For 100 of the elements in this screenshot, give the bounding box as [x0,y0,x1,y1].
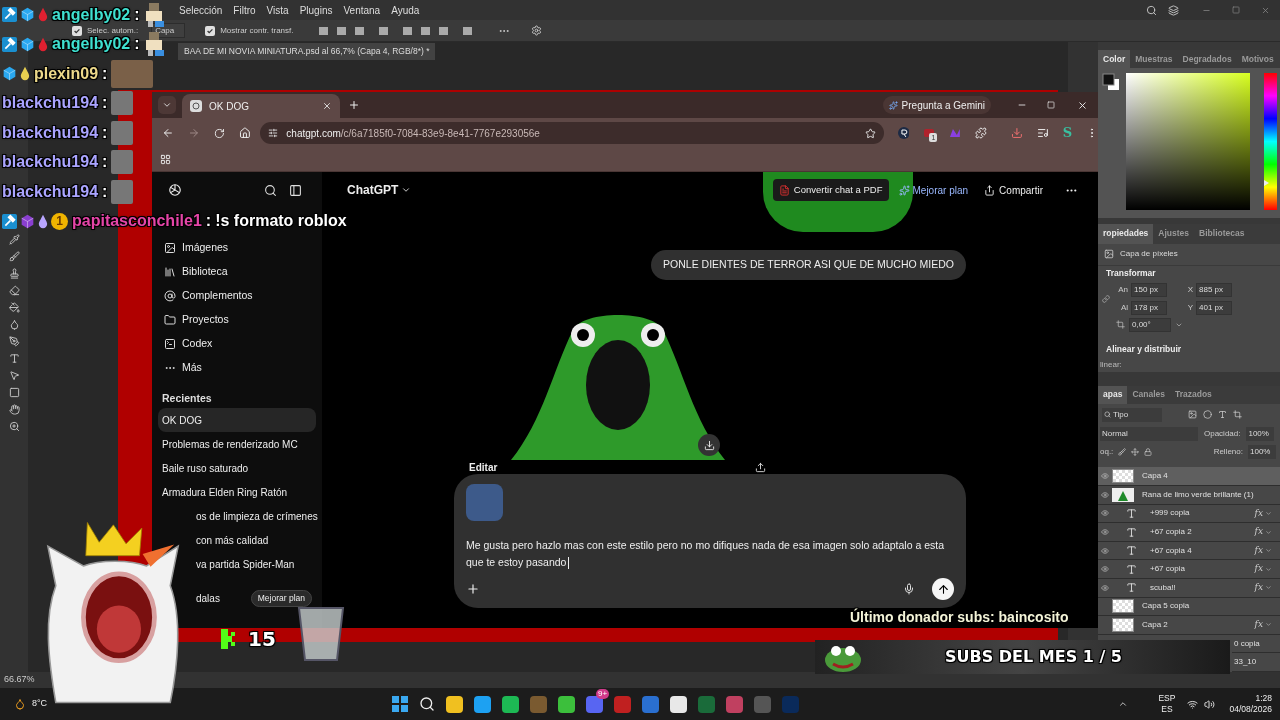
panel-tab[interactable]: ropiedades [1098,223,1154,244]
address-bar[interactable]: chatgpt.com/c/6a7185f0-7084-83e9-8e41-7767e293056e [260,122,884,144]
edit-button[interactable]: Editar [469,459,498,475]
upgrade-button[interactable]: Mejorar plan [250,589,312,607]
recent-chat[interactable]: OK DOG [158,408,316,432]
music-list-icon[interactable] [1036,127,1049,139]
opacity-field[interactable]: 100% [1246,427,1275,442]
profile-letter[interactable]: S [1062,123,1073,143]
checkbox[interactable] [205,25,216,36]
sidebar-item[interactable]: Proyectos [158,308,316,332]
browser-tab[interactable]: OK DOG [182,94,340,118]
color-field[interactable] [1126,72,1250,210]
panel-tab[interactable]: Ajustes [1153,223,1195,244]
pointer-icon[interactable] [8,370,20,381]
puzzle-icon[interactable] [975,127,988,139]
menu-item[interactable]: Filtro [233,2,256,18]
network-icon[interactable] [1187,698,1199,710]
panel-tab[interactable]: Canales [1127,385,1170,404]
app-tile-icon[interactable] [670,695,688,713]
gemini-button[interactable]: Pregunta a Gemini [882,96,991,114]
blend-mode-select[interactable]: Normal [1100,427,1198,442]
app-tile-icon[interactable] [726,695,744,713]
upgrade-button[interactable]: Mejorar plan [898,182,969,198]
logo-icon[interactable] [168,183,182,197]
eyedropper-icon[interactable] [8,234,20,245]
app-tile-icon[interactable] [446,695,464,713]
app-tile-icon[interactable] [698,695,716,713]
clock-date[interactable]: 04/08/2026 [1229,704,1272,715]
sidebar-item[interactable]: Más [158,356,316,380]
panel-tab[interactable]: Bibliotecas [1194,223,1250,244]
clock-time[interactable]: 1:28 [1255,693,1272,704]
recent-chat[interactable]: Baile ruso saturado [158,456,316,480]
layer-row[interactable]: Capa 2 fx [1098,616,1280,635]
layer-filter-select[interactable]: Tipo [1102,407,1162,422]
dimension-field[interactable]: 178 px [1131,300,1167,315]
stamp-icon[interactable] [8,268,20,279]
apps-grid-icon[interactable] [160,154,171,165]
hue-slider-thumb[interactable] [1264,179,1269,186]
pdf-button[interactable]: Convertir chat a PDF [772,179,889,201]
hue-slider[interactable] [1264,72,1277,210]
app-tile-icon[interactable] [586,695,604,713]
plus-icon[interactable] [466,582,480,596]
keyboard-layout[interactable]: ES [1161,704,1173,715]
microphone-icon[interactable] [903,583,915,595]
fill-field[interactable]: 100% [1248,445,1276,460]
color-swatches-icon[interactable] [1102,72,1120,91]
close-icon[interactable] [322,101,332,111]
sidebar-item[interactable]: Biblioteca [158,260,316,284]
dimension-field[interactable]: 885 px [1196,282,1232,297]
menu-item[interactable]: Vista [266,2,289,18]
menu-item[interactable]: Selección [179,2,223,18]
sidebar-item[interactable]: Complementos [158,284,316,308]
pen-icon[interactable] [8,336,20,347]
recent-chat[interactable]: Armadura Elden Ring Ratón [158,480,316,504]
search-icon[interactable] [264,183,277,197]
layer-row[interactable]: Capa 4 [1098,467,1280,487]
rectangle-icon[interactable] [8,387,20,398]
recent-chat[interactable]: va partida Spider-Man [196,552,299,576]
app-tile-icon[interactable] [558,695,576,713]
new-tab-icon[interactable] [348,99,360,111]
panel-tab[interactable]: Muestras [1130,50,1178,68]
text-tool-icon[interactable] [8,353,20,364]
brush-icon[interactable] [8,251,20,262]
composer[interactable]: Me gusta pero hazlo mas con este estilo pero no mo difiques nada de esa imagen solo adaptalo a esta que te estoy pasando [454,474,966,608]
panel-tab[interactable]: Trazados [1170,385,1217,404]
composer-input[interactable]: Me gusta pero hazlo mas con este estilo pero no mo difiques nada de esa imagen solo adaptalo a esta que te estoy pasando [466,537,954,571]
search-icon[interactable] [1146,4,1157,16]
recent-chat[interactable]: con más calidad [196,528,273,552]
sidebar-item[interactable]: Codex [158,332,316,356]
zoom-icon[interactable] [8,421,20,432]
close-icon[interactable] [1077,99,1088,111]
attachment-thumbnail[interactable] [466,484,503,521]
panel-tab[interactable]: Degradados [1177,50,1237,68]
app-tile-icon[interactable] [782,695,800,713]
settings-icon[interactable] [530,25,542,36]
checkbox[interactable] [72,25,82,36]
app-tile-icon[interactable] [530,695,548,713]
sidebar-item[interactable]: dalas [196,590,220,606]
menu-item[interactable]: Ayuda [391,2,420,18]
chevron-up-icon[interactable] [1118,699,1129,709]
extension-icon[interactable] [897,127,910,139]
model-selector[interactable]: ChatGPT [347,181,412,199]
sidebar-toggle-icon[interactable] [289,183,302,197]
recent-chat[interactable]: os de limpieza de crímenes [196,504,322,528]
reload-icon[interactable] [213,127,225,139]
search-icon[interactable] [419,696,436,712]
download-icon[interactable] [1011,127,1023,139]
dimension-field[interactable]: 150 px [1131,282,1167,297]
back-icon[interactable] [162,127,174,139]
hand-icon[interactable] [8,404,20,415]
drop-icon[interactable] [8,319,20,330]
send-button[interactable] [932,578,954,600]
layer-row[interactable]: Rana de limo verde brillante (1) [1098,486,1280,505]
paint-bucket-icon[interactable] [8,302,20,313]
app-tile-icon[interactable] [614,695,632,713]
app-tile-icon[interactable] [754,695,772,713]
menu-item[interactable]: Plugins [299,2,333,18]
windows-logo-icon[interactable] [392,696,409,712]
panel-tab[interactable]: Motivos [1236,50,1279,68]
menu-item[interactable]: Ventana [343,2,381,18]
